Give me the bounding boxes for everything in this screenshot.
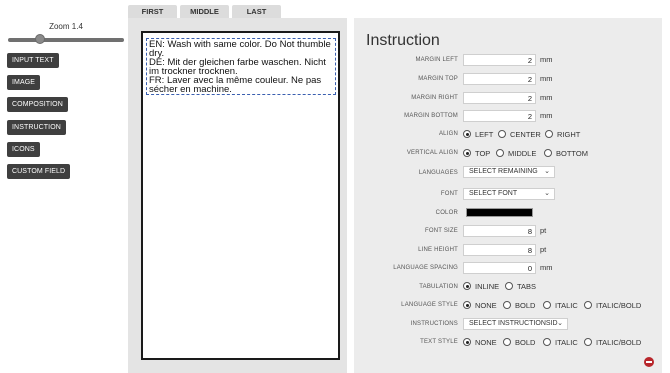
margin-right-label: MARGIN RIGHT [411,95,458,101]
language-spacing-unit: mm [540,263,553,272]
input-text-button[interactable]: INPUT TEXT [7,53,59,68]
text-style-none-radio[interactable]: NONE [463,337,497,347]
radio-icon[interactable] [503,338,511,346]
tab-first[interactable]: FIRST [128,5,177,18]
font-size-unit: pt [540,226,547,235]
language-style-label: LANGUAGE STYLE [401,302,458,308]
language-style-none-radio[interactable]: NONE [463,300,497,310]
languages-label: LANGUAGES [418,170,458,176]
language-style-bold-radio[interactable]: BOLD [503,300,535,310]
chevron-down-icon: ⌄ [544,168,550,175]
icons-button[interactable]: ICONS [7,142,40,157]
zoom-slider-thumb[interactable] [35,34,45,44]
preview-line-fr: FR: Laver avec la même couleur. Ne pas s… [149,75,322,95]
margin-top-unit: mm [540,74,553,83]
chevron-down-icon: ⌄ [544,190,550,197]
align-right-radio[interactable]: RIGHT [545,129,580,139]
radio-icon[interactable] [544,149,552,157]
font-size-input[interactable]: 8 [463,225,536,237]
margin-top-input[interactable]: 2 [463,73,536,85]
vertical-align-bottom-radio[interactable]: BOTTOM [544,148,588,158]
radio-icon[interactable] [584,338,592,346]
tab-last[interactable]: LAST [232,5,281,18]
image-button[interactable]: IMAGE [7,75,41,90]
radio-selected-icon[interactable] [463,282,471,290]
radio-icon[interactable] [503,301,511,309]
chevron-down-icon: ⌄ [557,320,563,327]
text-style-bold-radio[interactable]: BOLD [503,337,535,347]
text-style-label: TEXT STYLE [420,339,458,345]
align-left-radio[interactable]: LEFT [463,129,493,139]
tabulation-tabs-radio[interactable]: TABS [505,281,536,291]
preview-line-de: DE: Mit der gleichen farbe waschen. Nich… [149,57,326,77]
margin-right-unit: mm [540,93,553,102]
language-style-italic-radio[interactable]: ITALIC [543,300,578,310]
composition-button[interactable]: COMPOSITION [7,97,68,112]
color-swatch[interactable] [466,208,533,217]
margin-bottom-label: MARGIN BOTTOM [404,113,458,119]
text-style-italic-radio[interactable]: ITALIC [543,337,578,347]
radio-selected-icon[interactable] [463,130,471,138]
margin-left-label: MARGIN LEFT [415,57,458,63]
margin-left-unit: mm [540,55,553,64]
radio-icon[interactable] [496,149,504,157]
radio-selected-icon[interactable] [463,149,471,157]
radio-icon[interactable] [545,130,553,138]
line-height-input[interactable]: 8 [463,244,536,256]
margin-right-input[interactable]: 2 [463,92,536,104]
zoom-slider-track[interactable] [8,38,124,42]
radio-icon[interactable] [543,301,551,309]
line-height-label: LINE HEIGHT [418,247,458,253]
margin-top-label: MARGIN TOP [418,76,458,82]
font-label: FONT [440,191,458,197]
radio-selected-icon[interactable] [463,301,471,309]
radio-icon[interactable] [505,282,513,290]
text-style-italic-bold-radio[interactable]: ITALIC/BOLD [584,337,641,347]
instructions-select[interactable]: SELECT INSTRUCTIONSID ⌄ [463,318,568,330]
vertical-align-middle-radio[interactable]: MIDDLE [496,148,536,158]
zoom-slider[interactable] [8,34,124,44]
zoom-label: Zoom 1.4 [49,22,83,31]
margin-bottom-unit: mm [540,111,553,120]
remove-icon[interactable] [644,357,654,367]
align-label: ALIGN [438,131,458,137]
language-spacing-input[interactable]: 0 [463,262,536,274]
custom-field-button[interactable]: CUSTOM FIELD [7,164,71,179]
language-spacing-label: LANGUAGE SPACING [393,265,458,271]
color-label: COLOR [435,210,458,216]
radio-icon[interactable] [543,338,551,346]
instructions-label: INSTRUCTIONS [410,321,458,327]
vertical-align-label: VERTICAL ALIGN [406,150,458,156]
tab-middle[interactable]: MIDDLE [180,5,229,18]
languages-select[interactable]: SELECT REMAINING ⌄ [463,166,555,178]
preview-line-en: EN: Wash with same color. Do Not thumble… [149,39,331,59]
font-size-label: FONT SIZE [424,228,458,234]
instruction-text-box[interactable]: EN: Wash with same color. Do Not thumble… [146,38,336,95]
vertical-align-top-radio[interactable]: TOP [463,148,490,158]
tabulation-label: TABULATION [419,284,458,290]
tabulation-inline-radio[interactable]: INLINE [463,281,499,291]
language-style-italic-bold-radio[interactable]: ITALIC/BOLD [584,300,641,310]
margin-bottom-input[interactable]: 2 [463,110,536,122]
instruction-button[interactable]: INSTRUCTION [7,120,66,135]
radio-icon[interactable] [498,130,506,138]
radio-icon[interactable] [584,301,592,309]
panel-title: Instruction [366,32,440,49]
margin-left-input[interactable]: 2 [463,54,536,66]
line-height-unit: pt [540,245,547,254]
font-select[interactable]: SELECT FONT ⌄ [463,188,555,200]
align-center-radio[interactable]: CENTER [498,129,541,139]
radio-selected-icon[interactable] [463,338,471,346]
